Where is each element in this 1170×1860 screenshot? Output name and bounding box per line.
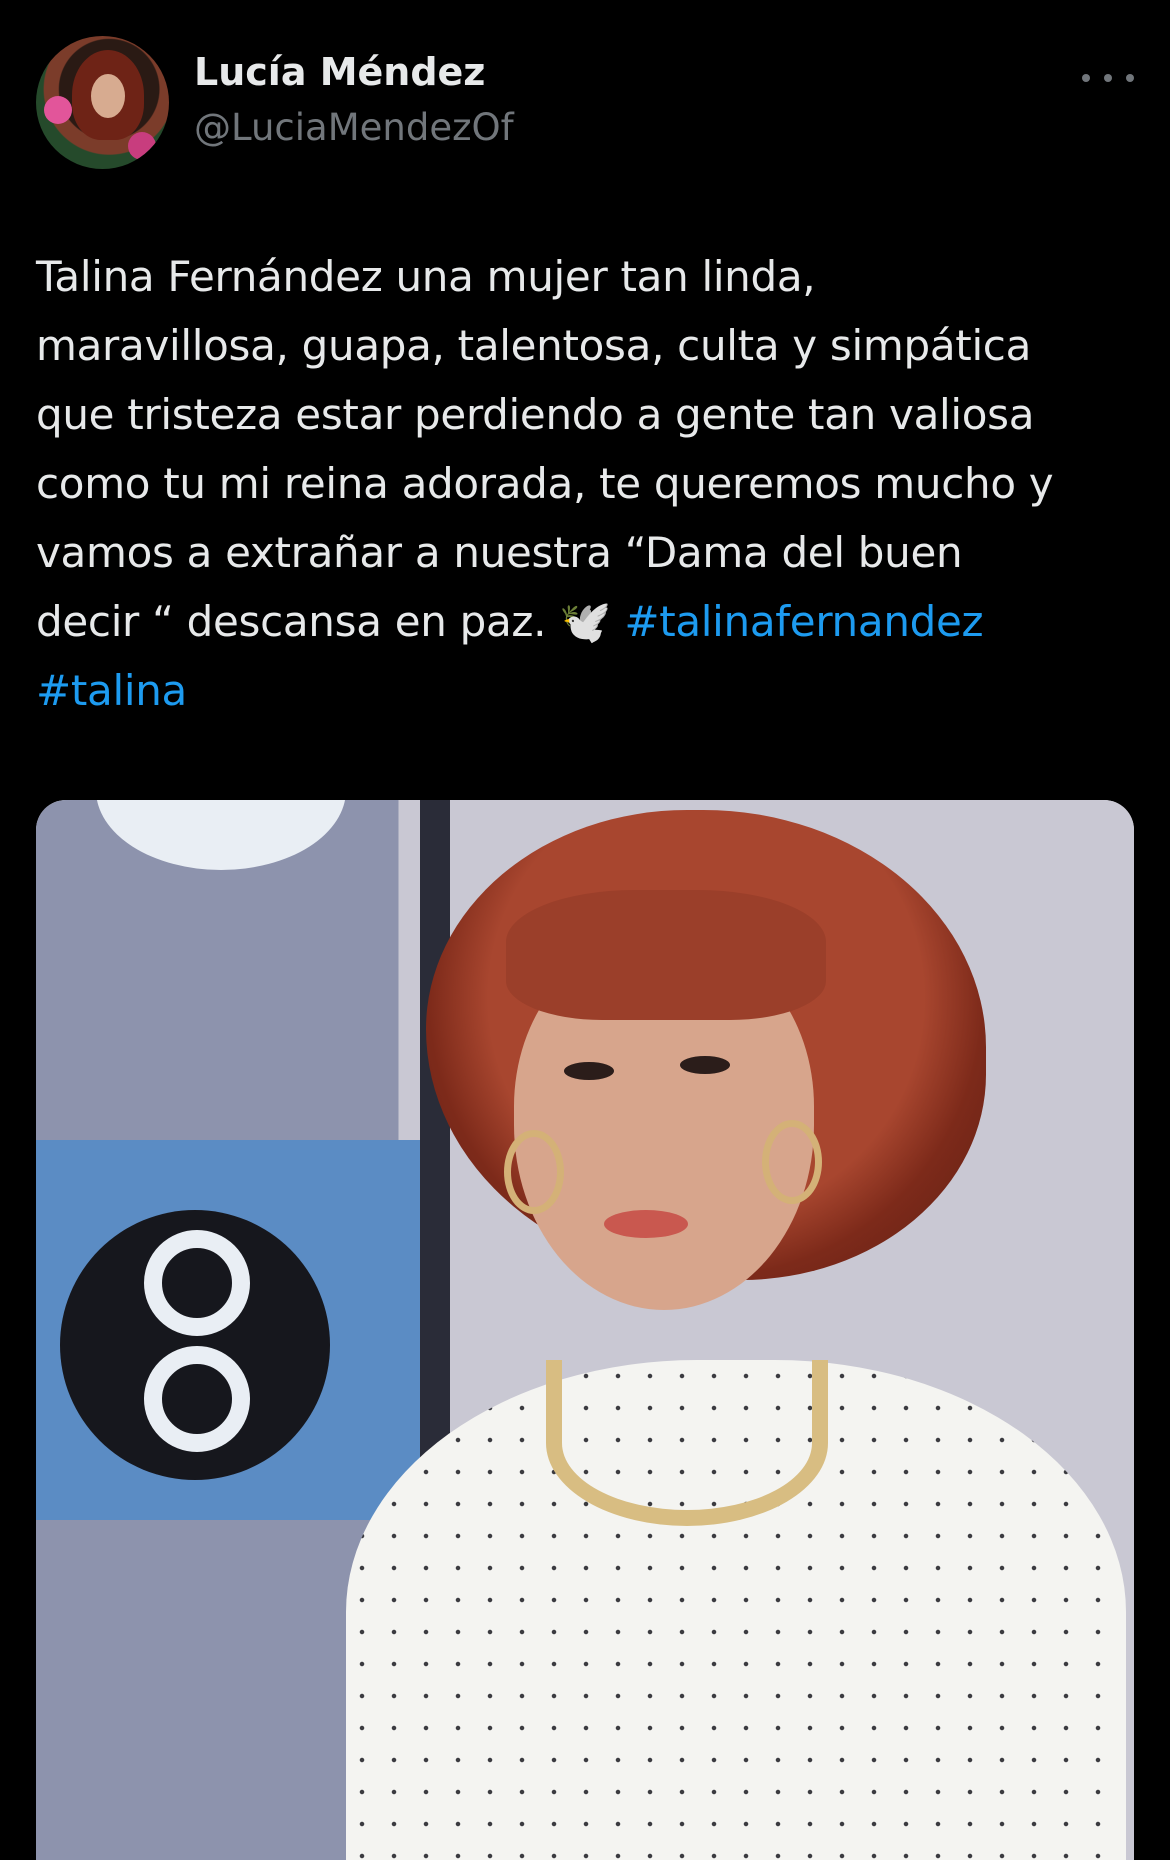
tweet-text: Talina Fernández una mujer tan linda, ma… (36, 242, 1146, 725)
more-horizontal-icon (1104, 74, 1112, 82)
author-handle[interactable]: @LuciaMendezOf (194, 106, 514, 149)
author-avatar[interactable] (36, 36, 169, 169)
hashtag-link[interactable]: #talinafernandez (624, 597, 983, 646)
tweet-text-line: que tristeza estar perdiendo a gente tan… (36, 390, 1035, 439)
photo-eye (564, 1062, 614, 1080)
tweet-text-segment: decir “ descansa en paz. (36, 597, 560, 646)
tweet-photo[interactable] (36, 800, 1134, 1860)
hashtag-link[interactable]: #talina (36, 666, 187, 715)
tweet-container: Lucía Méndez @LuciaMendezOf Talina Ferná… (0, 0, 1170, 1860)
photo-earring (504, 1130, 564, 1214)
photo-logo-circle (60, 1210, 330, 1480)
tweet-text-line: Talina Fernández una mujer tan linda, (36, 252, 816, 301)
dove-emoji: 🕊️ (559, 597, 612, 646)
more-horizontal-icon (1082, 74, 1090, 82)
photo-lips (604, 1210, 688, 1238)
author-name[interactable]: Lucía Méndez (194, 50, 485, 94)
tweet-text-line: decir “ descansa en paz. 🕊️ #talinaferna… (36, 587, 1146, 656)
photo-eye (680, 1056, 730, 1074)
tweet-text-line: maravillosa, guapa, talentosa, culta y s… (36, 321, 1032, 370)
avatar-face (91, 74, 125, 118)
photo-earring (762, 1120, 822, 1204)
avatar-flower (128, 132, 156, 160)
tweet-text-line: #talina (36, 656, 1146, 725)
tweet-text-line: como tu mi reina adorada, te queremos mu… (36, 459, 1054, 508)
photo-logo-letter (144, 1230, 250, 1336)
photo-logo-letter (144, 1346, 250, 1452)
photo-bangs (506, 890, 826, 1020)
more-horizontal-icon (1126, 74, 1134, 82)
photo-necklace (546, 1360, 828, 1526)
tweet-text-line: vamos a extrañar a nuestra “Dama del bue… (36, 528, 963, 577)
avatar-flower (44, 96, 72, 124)
more-options-button[interactable] (1082, 58, 1134, 98)
